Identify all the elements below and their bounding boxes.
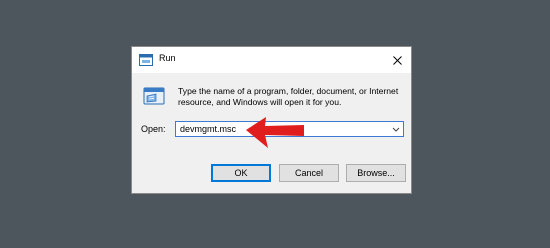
ok-button[interactable]: OK — [211, 164, 271, 182]
close-icon — [392, 55, 402, 65]
button-bar: OK Cancel Browse... — [132, 152, 411, 193]
run-icon — [139, 54, 153, 66]
chevron-down-icon[interactable] — [391, 124, 401, 134]
run-dialog: Run Type the name of a program, folder, … — [131, 46, 412, 194]
browse-button[interactable]: Browse... — [346, 164, 406, 182]
dialog-description: Type the name of a program, folder, docu… — [178, 86, 399, 107]
run-icon — [143, 87, 165, 105]
open-label: Open: — [141, 124, 166, 134]
dialog-title: Run — [159, 53, 176, 63]
close-button[interactable] — [383, 47, 411, 73]
open-input[interactable]: devmgmt.msc — [175, 121, 404, 137]
cancel-button[interactable]: Cancel — [279, 164, 339, 182]
open-input-value[interactable]: devmgmt.msc — [180, 124, 236, 134]
title-bar[interactable]: Run — [132, 47, 411, 73]
